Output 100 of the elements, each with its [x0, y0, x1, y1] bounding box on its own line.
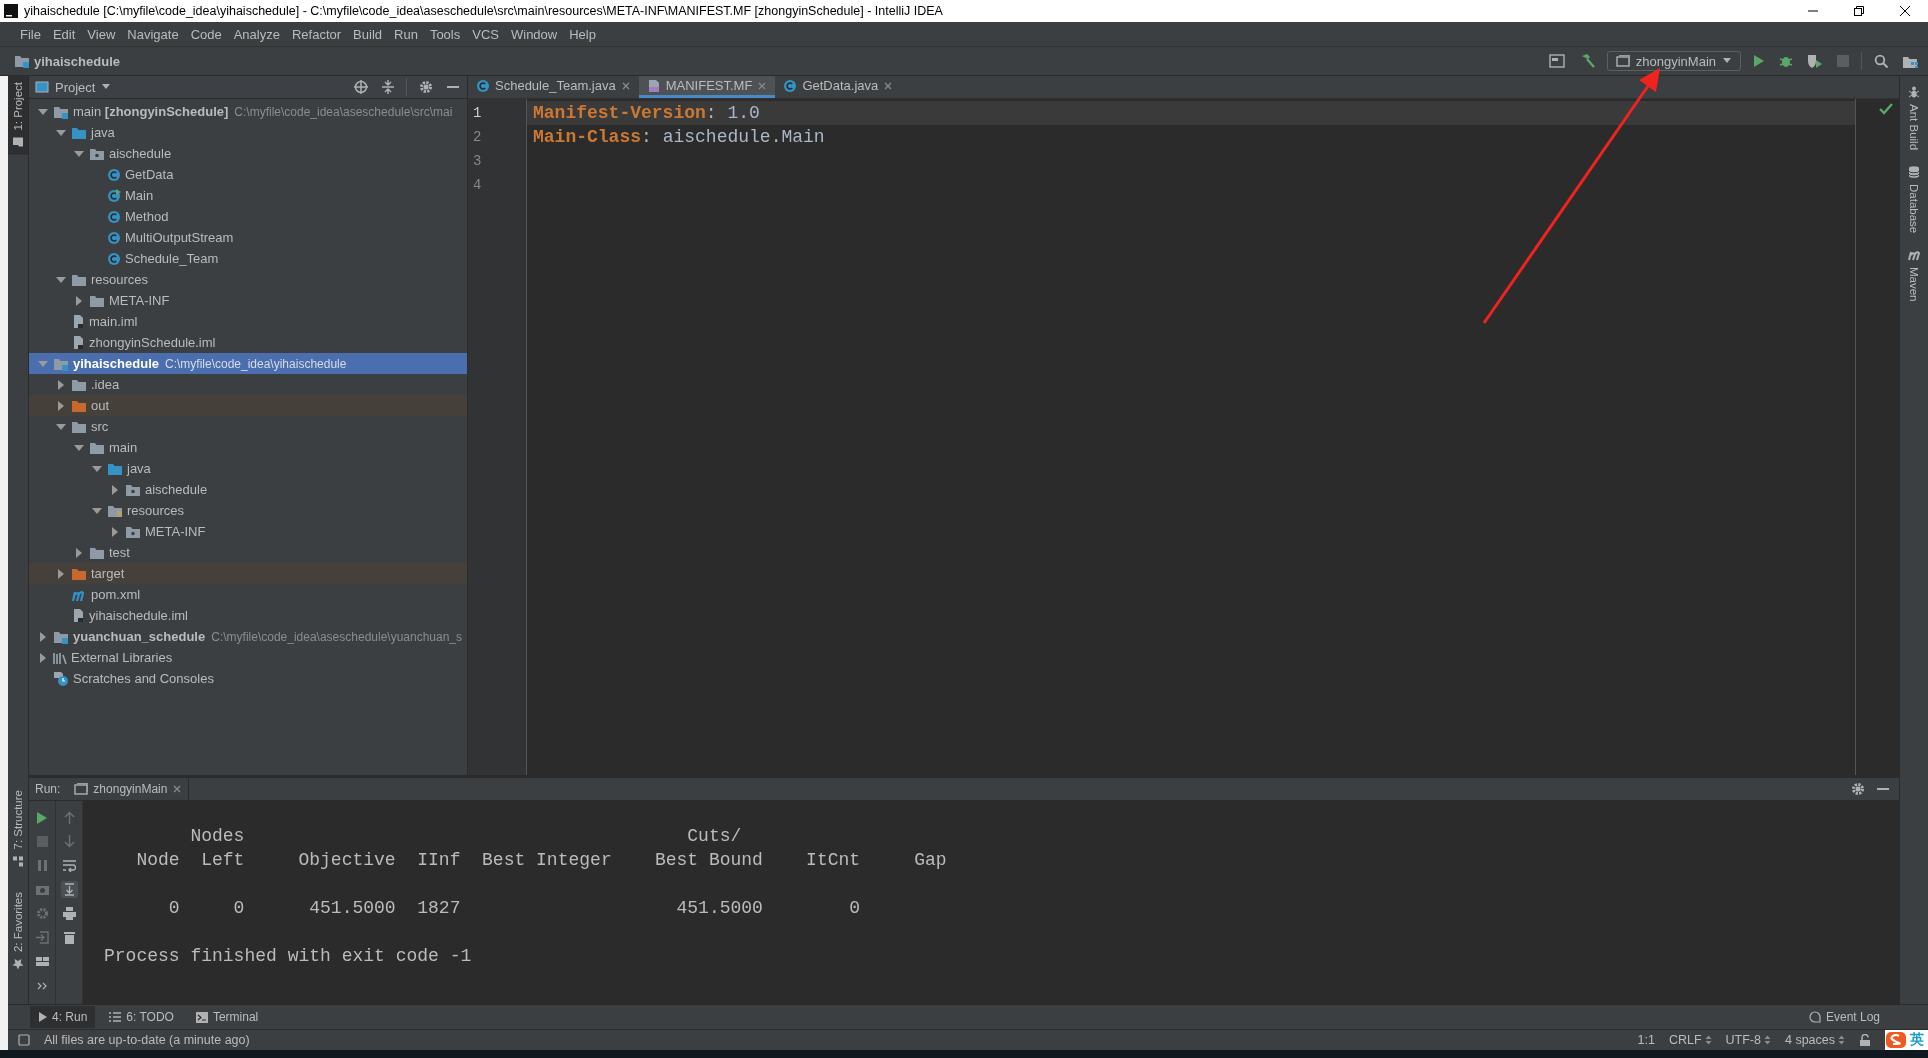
- structure-icon: [12, 855, 24, 868]
- menu-item[interactable]: VCS: [466, 26, 505, 42]
- soft-wrap-button[interactable]: [60, 857, 78, 874]
- collapse-all-button[interactable]: [380, 78, 396, 96]
- lock-icon[interactable]: [1859, 1034, 1871, 1046]
- tree-item[interactable]: Scratches and Consoles: [29, 668, 467, 689]
- tree-item[interactable]: resources: [29, 269, 467, 290]
- tree-item[interactable]: Main: [29, 185, 467, 206]
- tool-window-tab[interactable]: 6: TODO: [101, 1006, 182, 1028]
- tree-item-label: External Libraries: [71, 650, 173, 665]
- event-log-tab[interactable]: Event Log: [1800, 1006, 1888, 1028]
- menu-item[interactable]: Edit: [46, 26, 82, 42]
- tree-item-label: pom.xml: [91, 587, 141, 602]
- camera-icon: [35, 883, 49, 896]
- tree-item[interactable]: java: [29, 458, 467, 479]
- crosshair-icon: [354, 80, 368, 94]
- tree-item[interactable]: src: [29, 416, 467, 437]
- console-line: Nodes Cuts/: [189, 825, 743, 848]
- settings-button[interactable]: [1849, 780, 1867, 798]
- editor-tab[interactable]: Schedule_Team.java: [468, 76, 639, 98]
- tool-window-tab[interactable]: Database: [1908, 166, 1920, 234]
- tree-item[interactable]: GetData: [29, 164, 467, 185]
- run-icon: [1753, 54, 1765, 68]
- caret-position[interactable]: 1:1: [1637, 1033, 1655, 1047]
- file-icon: [71, 335, 85, 350]
- editor-tab[interactable]: GetData.java: [775, 76, 902, 98]
- menu-item[interactable]: Tools: [423, 26, 467, 42]
- code-line: Main-Class: aischedule.Main: [533, 126, 825, 149]
- menu-item[interactable]: Code: [184, 26, 228, 42]
- tree-item[interactable]: test: [29, 542, 467, 563]
- tree-item[interactable]: META-INF: [29, 290, 467, 311]
- tool-window-tab[interactable]: 2: Favorites: [8, 885, 28, 976]
- menu-item[interactable]: Analyze: [227, 26, 286, 42]
- tool-window-tab[interactable]: 1: Project: [8, 76, 28, 155]
- tree-item-label: Main: [125, 188, 154, 203]
- tool-window-tab[interactable]: 7: Structure: [8, 784, 28, 874]
- window-button[interactable]: [1546, 52, 1567, 70]
- tree-item[interactable]: main.iml: [29, 311, 467, 332]
- tree-item[interactable]: aischedule: [29, 479, 467, 500]
- status-widget[interactable]: UTF-8: [1725, 1033, 1771, 1047]
- tree-item[interactable]: yihaischedule.iml: [29, 605, 467, 626]
- settings-button[interactable]: [417, 78, 435, 96]
- tool-window-tab[interactable]: Ant Build: [1908, 86, 1920, 151]
- window-icon: [1548, 54, 1565, 68]
- tool-window-tab[interactable]: Maven: [1907, 249, 1921, 302]
- menu-item[interactable]: Window: [504, 26, 564, 42]
- file-path: C:\myfile\code_idea\aseschedule\yuanchuan_s: [211, 629, 463, 644]
- status-widget[interactable]: CRLF: [1668, 1033, 1712, 1047]
- square-icon[interactable]: [18, 1034, 30, 1046]
- tree-item-label: Schedule_Team: [125, 251, 219, 266]
- up-down-icon: [1763, 1035, 1771, 1045]
- file-icon: [71, 314, 85, 329]
- tree-item[interactable]: yuanchuan_schedule C:\myfile\code_idea\aseschedule\yuanchuan_s: [29, 626, 467, 647]
- terminal-icon: [195, 1011, 208, 1023]
- menu-item[interactable]: File: [14, 26, 47, 42]
- tree-item[interactable]: .idea: [29, 374, 467, 395]
- tree-item-label: .idea: [91, 377, 120, 392]
- editor-tab[interactable]: MANIFEST.MF: [638, 76, 776, 98]
- menu-item[interactable]: Build: [347, 26, 388, 42]
- locate-button[interactable]: [352, 78, 370, 96]
- tree-item[interactable]: java: [29, 122, 467, 143]
- status-widget[interactable]: 4 spaces: [1784, 1033, 1845, 1047]
- shield-run-icon: [1807, 54, 1823, 68]
- tree-item[interactable]: MultiOutputStream: [29, 227, 467, 248]
- close-icon[interactable]: [1899, 5, 1911, 17]
- view-dropdown[interactable]: Project: [35, 79, 112, 95]
- run-configuration-dropdown[interactable]: zhongyinMain: [1606, 51, 1741, 71]
- list-icon: [109, 1012, 122, 1022]
- tree-item-label: yuanchuan_schedule: [73, 629, 206, 644]
- tree-item[interactable]: aischedule: [29, 143, 467, 164]
- check-icon: [1879, 103, 1893, 115]
- tree-item[interactable]: main [zhongyinSchedule] C:\myfile\code_idea\aseschedule\src\mai: [29, 101, 467, 122]
- menu-item[interactable]: Help: [563, 26, 602, 42]
- input-method-indicator[interactable]: 英: [1885, 1030, 1928, 1050]
- menu-item[interactable]: View: [81, 26, 122, 42]
- print-button[interactable]: [60, 905, 78, 922]
- tree-item[interactable]: out: [29, 395, 467, 416]
- tree-item[interactable]: External Libraries: [29, 647, 467, 668]
- menu-item[interactable]: Run: [388, 26, 424, 42]
- menu-item[interactable]: Navigate: [121, 26, 185, 42]
- tree-item[interactable]: yihaischedule C:\myfile\code_idea\yihaischedule: [29, 353, 467, 374]
- tree-item[interactable]: Method: [29, 206, 467, 227]
- scratch-file-icon: [53, 670, 69, 687]
- tree-item[interactable]: pom.xml: [29, 584, 467, 605]
- search-icon: [1874, 54, 1888, 68]
- tree-item[interactable]: target: [29, 563, 467, 584]
- breadcrumb[interactable]: yihaischedule: [34, 53, 120, 69]
- tree-item[interactable]: main: [29, 437, 467, 458]
- search-button[interactable]: [1872, 52, 1890, 70]
- scroll-to-end-button[interactable]: [60, 881, 78, 898]
- up-down-icon: [1838, 1035, 1845, 1045]
- tool-window-tab[interactable]: Terminal: [187, 1006, 267, 1028]
- menu-item[interactable]: Refactor: [285, 26, 348, 42]
- tool-window-tab[interactable]: 4: Run: [30, 1006, 96, 1028]
- restore-icon[interactable]: [1853, 5, 1865, 17]
- caret-down-icon: [1722, 57, 1732, 65]
- tree-item[interactable]: Schedule_Team: [29, 248, 467, 269]
- tree-item[interactable]: resources: [29, 500, 467, 521]
- tree-item[interactable]: META-INF: [29, 521, 467, 542]
- tree-item[interactable]: zhongyinSchedule.iml: [29, 332, 467, 353]
